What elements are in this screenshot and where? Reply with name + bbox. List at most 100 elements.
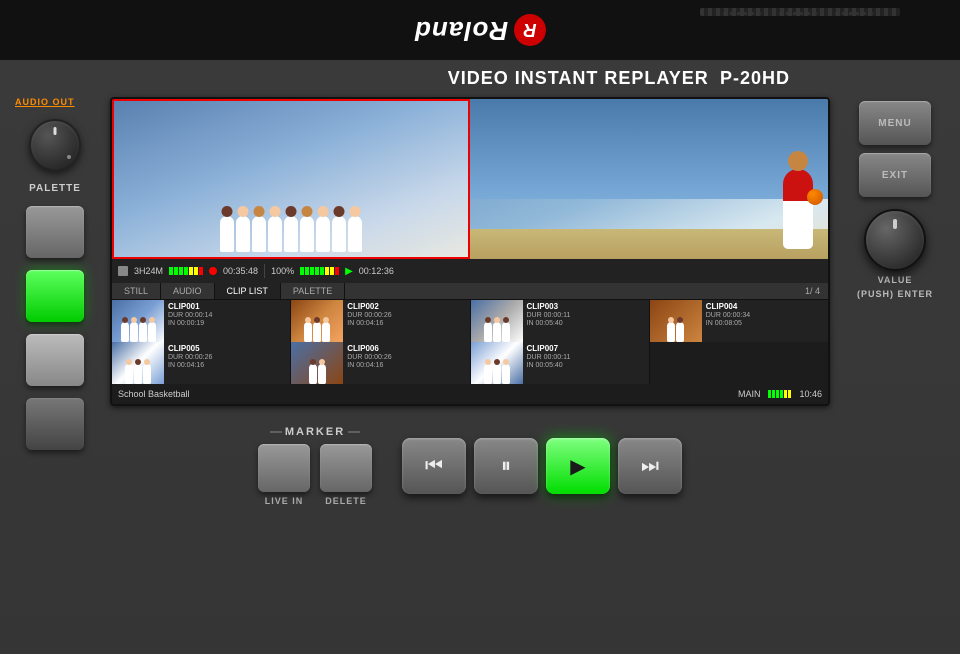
main-layout: AUDIO OUT PALETTE xyxy=(0,93,960,654)
brand-emblem-letter: R xyxy=(524,20,537,41)
marker-buttons: LIVE IN DELETE xyxy=(258,444,372,506)
live-in-control: LIVE IN xyxy=(258,444,310,506)
clip-info-005: CLIP005 DUR 00:00:26 IN 00:04:16 xyxy=(164,342,290,384)
palette-btn-3[interactable] xyxy=(26,398,84,450)
clip-in-002: IN 00:04:16 xyxy=(347,320,465,327)
source-label: MAIN xyxy=(738,389,761,399)
palette-btn-green[interactable] xyxy=(26,270,84,322)
person-4 xyxy=(268,216,282,252)
mini-p10 xyxy=(502,322,510,342)
clip-grid-row2: CLIP005 DUR 00:00:26 IN 00:04:16 xyxy=(112,342,828,384)
vol-bar xyxy=(768,390,791,398)
brand-name: Roland xyxy=(414,15,508,46)
person-5 xyxy=(284,216,298,252)
delete-button[interactable] xyxy=(320,444,372,492)
clip-in-004: IN 00:08:05 xyxy=(706,320,824,327)
level-seg-2 xyxy=(174,267,178,275)
clip-info-006: CLIP006 DUR 00:00:26 IN 00:04:16 xyxy=(343,342,469,384)
bottom-controls: MARKER LIVE IN DELETE xyxy=(110,416,830,516)
status-bar: 3H24M 00:35:48 100% xyxy=(112,259,828,283)
vol-seg-5 xyxy=(784,390,787,398)
level-seg-6 xyxy=(194,267,198,275)
palette-btn-1[interactable] xyxy=(26,206,84,258)
play-button[interactable]: ▶ xyxy=(546,438,610,494)
clip-in-001: IN 00:00:19 xyxy=(168,320,286,327)
mini-p1 xyxy=(121,322,129,342)
mini-p5 xyxy=(304,322,312,342)
prev-button[interactable]: ⏮ xyxy=(402,438,466,494)
tab-bar: STILL AUDIO CLIP LIST PALETTE 1/ 4 xyxy=(112,283,828,300)
marker-section: MARKER LIVE IN DELETE xyxy=(258,426,372,506)
video-left xyxy=(112,99,470,259)
clip-thumb-people-3 xyxy=(471,300,523,342)
mini-p13 xyxy=(125,364,133,384)
play-time: 00:12:36 xyxy=(359,266,394,276)
video-scene-team xyxy=(114,101,468,257)
level-seg-1 xyxy=(169,267,173,275)
mini-p18 xyxy=(484,364,492,384)
mini-p17 xyxy=(318,364,326,384)
clip-thumb-006 xyxy=(291,342,343,384)
pause-button[interactable]: ⏸ xyxy=(474,438,538,494)
clip-item-001[interactable]: CLIP001 DUR 00:00:14 IN 00:00:19 xyxy=(112,300,290,342)
clip-item-007[interactable]: CLIP007 DUR 00:00:11 IN 00:05:40 xyxy=(471,342,649,384)
mini-p15 xyxy=(143,364,151,384)
clip-thumb-people-4 xyxy=(650,300,702,342)
format-text: 3H24M xyxy=(134,266,163,276)
level-seg-4 xyxy=(184,267,188,275)
marker-label: MARKER xyxy=(285,426,345,438)
page-info: 1/ 4 xyxy=(797,283,828,299)
level-seg-r4 xyxy=(315,267,319,275)
clip-info-002: CLIP002 DUR 00:00:26 IN 00:04:16 xyxy=(343,300,469,342)
tab-clip-list[interactable]: CLIP LIST xyxy=(215,283,281,299)
value-label: VALUE xyxy=(878,275,913,285)
push-enter-label: (PUSH) ENTER xyxy=(857,289,933,299)
prev-icon: ⏮ xyxy=(425,455,443,478)
mini-p4 xyxy=(148,322,156,342)
person-9 xyxy=(348,216,362,252)
delete-control: DELETE xyxy=(320,444,372,506)
clip-item-002[interactable]: CLIP002 DUR 00:00:26 IN 00:04:16 xyxy=(291,300,469,342)
audio-out-knob[interactable] xyxy=(29,119,81,171)
tab-still[interactable]: STILL xyxy=(112,283,161,299)
pause-icon: ⏸ xyxy=(501,455,511,478)
brand-emblem: R xyxy=(514,14,546,46)
person-2 xyxy=(236,216,250,252)
clip-dur-004: DUR 00:00:34 xyxy=(706,312,824,319)
clip-info-007: CLIP007 DUR 00:00:11 IN 00:05:40 xyxy=(523,342,649,384)
exit-button[interactable]: EXIT xyxy=(859,153,931,197)
clip-item-006[interactable]: CLIP006 DUR 00:00:26 IN 00:04:16 xyxy=(291,342,469,384)
clip-item-005[interactable]: CLIP005 DUR 00:00:26 IN 00:04:16 xyxy=(112,342,290,384)
center-panel: 3H24M 00:35:48 100% xyxy=(110,93,830,654)
clip-thumb-people-5 xyxy=(112,342,164,384)
next-button[interactable]: ⏭ xyxy=(618,438,682,494)
mini-p3 xyxy=(139,322,147,342)
vol-seg-3 xyxy=(776,390,779,398)
tab-palette[interactable]: PALETTE xyxy=(281,283,345,299)
clip-name-007: CLIP007 xyxy=(527,344,645,353)
level-bar-right xyxy=(300,267,339,275)
mini-p7 xyxy=(322,322,330,342)
info-bar: School Basketball MAIN 10:46 xyxy=(112,384,828,404)
clip-thumb-people-6 xyxy=(291,342,343,384)
basketball xyxy=(807,189,823,205)
right-panel: MENU EXIT VALUE (PUSH) ENTER xyxy=(840,93,950,654)
clip-dur-003: DUR 00:00:11 xyxy=(527,312,645,319)
palette-btn-2[interactable] xyxy=(26,334,84,386)
clip-item-004[interactable]: CLIP004 DUR 00:00:34 IN 00:08:05 xyxy=(650,300,828,342)
value-knob[interactable] xyxy=(864,209,926,271)
person-8 xyxy=(332,216,346,252)
clip-item-003[interactable]: CLIP003 DUR 00:00:11 IN 00:05:40 xyxy=(471,300,649,342)
top-bar: Roland R xyxy=(0,0,960,60)
clip-name-002: CLIP002 xyxy=(347,302,465,311)
level-seg-7 xyxy=(199,267,203,275)
rec-indicator xyxy=(209,267,217,275)
menu-button[interactable]: MENU xyxy=(859,101,931,145)
tab-audio[interactable]: AUDIO xyxy=(161,283,215,299)
vent-holes xyxy=(716,12,880,15)
clip-thumb-004 xyxy=(650,300,702,342)
level-seg-r1 xyxy=(300,267,304,275)
clip-name-001: CLIP001 xyxy=(168,302,286,311)
live-in-button[interactable] xyxy=(258,444,310,492)
level-seg-5 xyxy=(189,267,193,275)
